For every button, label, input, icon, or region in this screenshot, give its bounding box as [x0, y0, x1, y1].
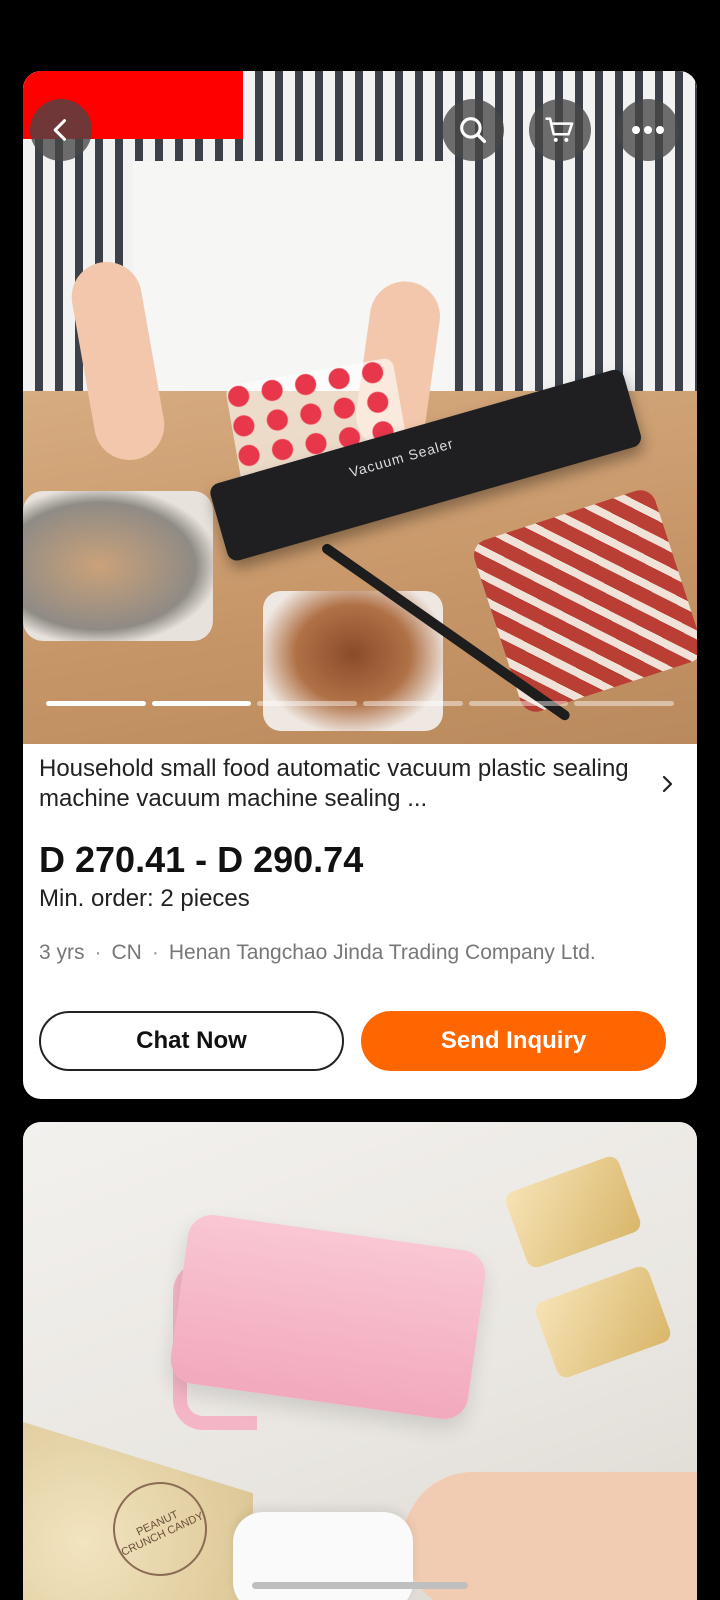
back-button[interactable] [30, 99, 92, 161]
supplier-info[interactable]: 3 yrs · CN · Henan Tangchao Jinda Tradin… [39, 941, 596, 965]
candy-wrapper [532, 1263, 674, 1381]
product-image[interactable]: Vacuum Sealer [23, 71, 697, 744]
supplier-country: CN [111, 941, 142, 964]
carousel-indicator [46, 701, 675, 707]
cart-icon [545, 117, 574, 142]
chat-now-button[interactable]: Chat Now [39, 1011, 344, 1071]
home-indicator[interactable] [252, 1582, 468, 1589]
carousel-dot [257, 701, 358, 706]
send-inquiry-button[interactable]: Send Inquiry [361, 1011, 666, 1071]
carousel-dot [46, 701, 146, 706]
carousel-dot [363, 701, 463, 706]
more-icon [632, 126, 664, 134]
back-icon [53, 119, 67, 141]
hand [403, 1472, 697, 1600]
min-order: Min. order: 2 pieces [39, 885, 250, 912]
price-range: D 270.41 - D 290.74 [39, 839, 364, 880]
carousel-dot [468, 701, 569, 706]
search-icon [460, 117, 487, 144]
product-title-row[interactable]: Household small food automatic vacuum pl… [39, 754, 679, 824]
chevron-right-icon [662, 775, 673, 793]
next-product-card[interactable]: PEANUT CRUNCH CANDY [23, 1122, 697, 1600]
fish-bag [23, 491, 213, 641]
carousel-dot [574, 701, 675, 706]
separator-dot: · [151, 941, 159, 964]
supplier-name: Henan Tangchao Jinda Trading Company Ltd… [168, 941, 596, 964]
product-card: Vacuum Sealer Household small food autom… [23, 71, 697, 1099]
next-product-image[interactable]: PEANUT CRUNCH CANDY [23, 1122, 697, 1600]
more-button[interactable] [617, 99, 679, 161]
cart-button[interactable] [529, 99, 591, 161]
sealer-label: Vacuum Sealer [347, 435, 456, 481]
supplier-years: 3 yrs [39, 941, 85, 964]
search-button[interactable] [442, 99, 504, 161]
carousel-dot [151, 701, 252, 706]
candy-wrapper [502, 1153, 644, 1271]
product-title: Household small food automatic vacuum pl… [39, 755, 629, 812]
bag-stamp-text: PEANUT CRUNCH CANDY [119, 1508, 206, 1559]
separator-dot: · [94, 941, 102, 964]
